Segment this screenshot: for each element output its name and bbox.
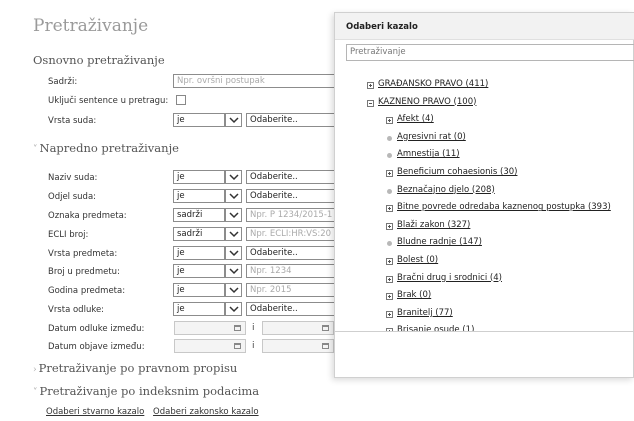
leaf-dot-icon bbox=[387, 153, 392, 159]
court-type-select[interactable]: Odaberite.. bbox=[246, 113, 346, 127]
tree-node[interactable]: Beznačajno djelo (208) bbox=[397, 185, 495, 195]
chevron-down-icon[interactable] bbox=[225, 264, 242, 278]
adv-value[interactable]: Odaberite.. bbox=[246, 170, 346, 184]
adv-value[interactable]: Npr. P 1234/2015-1 bbox=[246, 208, 346, 222]
tree-node[interactable]: Bračni drug i srodnici (4) bbox=[397, 273, 502, 283]
court-type-label: Vrsta suda: bbox=[48, 116, 97, 126]
section-legal-label: Pretraživanje po pravnom propisu bbox=[38, 361, 238, 375]
adv-operator[interactable]: je bbox=[173, 170, 225, 184]
section-advanced-title[interactable]: ˅ Napredno pretraživanje bbox=[33, 141, 179, 155]
chevron-down-icon[interactable] bbox=[225, 302, 242, 316]
adv-value[interactable]: Npr. ECLI:HR:VS:20 bbox=[246, 227, 346, 241]
expand-icon[interactable] bbox=[386, 310, 393, 318]
adv-label: Oznaka predmeta: bbox=[48, 211, 127, 221]
chevron-right-icon: › bbox=[33, 365, 37, 375]
tree-node[interactable]: Bolest (0) bbox=[397, 255, 438, 265]
date-label: Datum objave između: bbox=[48, 342, 145, 352]
expand-icon[interactable] bbox=[386, 258, 393, 265]
page-title: Pretraživanje bbox=[33, 16, 149, 36]
chevron-down-icon[interactable] bbox=[225, 113, 242, 127]
adv-value[interactable]: Odaberite.. bbox=[246, 302, 346, 316]
expand-icon[interactable] bbox=[386, 222, 393, 230]
adv-operator[interactable]: je bbox=[173, 246, 225, 260]
tree-node[interactable]: Amnestija (11) bbox=[397, 149, 460, 159]
tree-node[interactable]: Beneficium cohaesionis (30) bbox=[397, 167, 517, 177]
tree-node[interactable]: KAZNENO PRAVO (100) bbox=[378, 97, 476, 107]
date-to-input[interactable] bbox=[262, 339, 334, 353]
date-from-input[interactable] bbox=[174, 339, 246, 353]
include-sentences-checkbox[interactable] bbox=[176, 95, 186, 105]
include-sentences-label: Uključi sentence u pretragu: bbox=[48, 96, 169, 106]
section-legal-title[interactable]: › Pretraživanje po pravnom propisu bbox=[33, 361, 237, 375]
section-index-title[interactable]: ˅ Pretraživanje po indeksnim podacima bbox=[33, 384, 259, 398]
chevron-down-icon: ˅ bbox=[33, 145, 38, 155]
calendar-icon[interactable] bbox=[322, 325, 329, 331]
adv-label: Vrsta odluke: bbox=[48, 305, 105, 315]
date-from-input[interactable] bbox=[174, 321, 246, 335]
court-type-operator[interactable]: je bbox=[173, 113, 225, 127]
chevron-down-icon: ˅ bbox=[33, 388, 38, 398]
tree-node[interactable]: Brak (0) bbox=[397, 290, 431, 300]
chevron-down-icon[interactable] bbox=[225, 208, 242, 222]
chevron-down-icon[interactable] bbox=[225, 189, 242, 203]
adv-label: Odjel suda: bbox=[48, 192, 97, 202]
tree-node[interactable]: GRAĐANSKO PRAVO (411) bbox=[378, 79, 488, 89]
adv-label: Vrsta predmeta: bbox=[48, 249, 118, 259]
chevron-down-icon[interactable] bbox=[225, 170, 242, 184]
adv-operator[interactable]: je bbox=[173, 302, 225, 316]
date-to-input[interactable] bbox=[262, 321, 334, 335]
calendar-icon[interactable] bbox=[322, 343, 329, 349]
link-stvarno-kazalo[interactable]: Odaberi stvarno kazalo bbox=[46, 407, 144, 417]
adv-label: Godina predmeta: bbox=[48, 286, 126, 296]
adv-label: Naziv suda: bbox=[48, 173, 98, 183]
index-links: Odaberi stvarno kazalo Odaberi zakonsko … bbox=[46, 407, 265, 417]
expand-icon[interactable] bbox=[386, 293, 393, 301]
chevron-down-icon[interactable] bbox=[225, 227, 242, 241]
adv-operator[interactable]: je bbox=[173, 264, 225, 278]
adv-operator[interactable]: je bbox=[173, 283, 225, 297]
adv-value[interactable]: Odaberite.. bbox=[246, 189, 346, 203]
tree-node[interactable]: Agresivni rat (0) bbox=[397, 132, 466, 142]
adv-operator[interactable]: sadrži bbox=[173, 208, 225, 222]
leaf-dot-icon bbox=[387, 135, 392, 141]
expand-icon[interactable] bbox=[386, 117, 393, 125]
adv-value[interactable]: Odaberite.. bbox=[246, 246, 346, 260]
tree-node[interactable]: Blaži zakon (327) bbox=[397, 220, 470, 230]
tree-node[interactable]: Afekt (4) bbox=[397, 114, 434, 124]
section-basic-title[interactable]: Osnovno pretraživanje bbox=[33, 53, 165, 67]
adv-label: ECLI broj: bbox=[48, 230, 89, 240]
tree-node[interactable]: Bludne radnje (147) bbox=[397, 237, 482, 247]
contains-label: Sadrži: bbox=[48, 77, 78, 87]
calendar-icon[interactable] bbox=[234, 325, 241, 331]
chevron-down-icon[interactable] bbox=[225, 283, 242, 297]
calendar-icon[interactable] bbox=[234, 343, 241, 349]
expand-icon[interactable] bbox=[386, 170, 393, 177]
date-label: Datum odluke između: bbox=[48, 324, 145, 334]
adv-value[interactable]: Npr. 2015 bbox=[246, 283, 346, 297]
adv-operator[interactable]: sadrži bbox=[173, 227, 225, 241]
leaf-dot-icon bbox=[387, 188, 392, 194]
chevron-down-icon[interactable] bbox=[225, 246, 242, 260]
adv-operator[interactable]: je bbox=[173, 189, 225, 203]
contains-input[interactable]: Npr. ovršni postupak bbox=[173, 74, 343, 88]
modal-footer-divider bbox=[335, 331, 634, 332]
date-separator: i bbox=[252, 323, 255, 333]
adv-value[interactable]: Npr. 1234 bbox=[246, 264, 346, 278]
section-advanced-label: Napredno pretraživanje bbox=[39, 141, 179, 155]
expand-icon[interactable] bbox=[386, 275, 393, 283]
tree-node[interactable]: Bitne povrede odredaba kaznenog postupka… bbox=[397, 202, 611, 212]
index-tree: GRAĐANSKO PRAVO (411) KAZNENO PRAVO (100)… bbox=[335, 13, 634, 331]
date-separator: i bbox=[252, 341, 255, 351]
adv-label: Broj u predmetu: bbox=[48, 267, 120, 277]
link-zakonsko-kazalo[interactable]: Odaberi zakonsko kazalo bbox=[153, 407, 259, 417]
collapse-icon[interactable] bbox=[367, 99, 374, 107]
expand-icon[interactable] bbox=[367, 82, 374, 89]
tree-node[interactable]: Branitelj (77) bbox=[397, 308, 453, 318]
section-index-label: Pretraživanje po indeksnim podacima bbox=[39, 384, 260, 398]
leaf-dot-icon bbox=[387, 241, 392, 247]
select-index-modal: Odaberi kazalo Pretraživanje GRAĐANSKO P… bbox=[334, 12, 634, 378]
expand-icon[interactable] bbox=[386, 205, 393, 213]
